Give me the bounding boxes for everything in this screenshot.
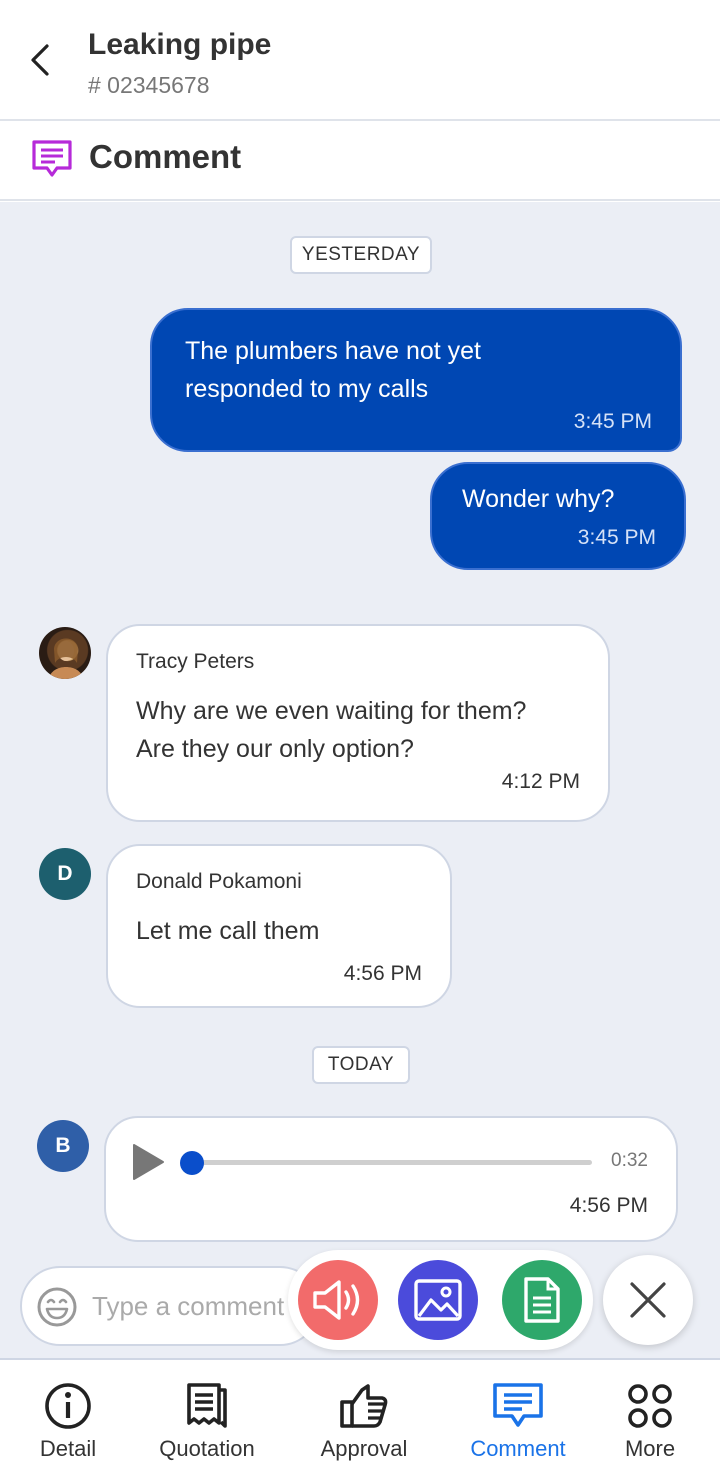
tab-approval[interactable]: Approval [304, 1360, 424, 1480]
grid-icon [628, 1384, 672, 1428]
date-divider-today: TODAY [312, 1046, 410, 1084]
avatar[interactable]: B [37, 1120, 89, 1172]
document-icon [524, 1277, 560, 1323]
close-icon [630, 1282, 666, 1318]
message-time: 3:45 PM [573, 410, 652, 433]
back-button[interactable] [22, 40, 58, 80]
voice-message[interactable]: 0:32 4:56 PM [104, 1116, 678, 1242]
comment-icon [32, 140, 72, 177]
audio-attach-button[interactable] [298, 1260, 378, 1340]
message-text-line: Why are we even waiting for them? [136, 697, 527, 725]
tab-label: Approval [320, 1436, 408, 1461]
image-attach-button[interactable] [398, 1260, 478, 1340]
ticket-number: # 02345678 [88, 72, 210, 98]
message-text-line: responded to my calls [185, 375, 429, 403]
message-text-line: Are they our only option? [136, 735, 414, 763]
tab-label: Detail [39, 1436, 97, 1461]
message-time: 3:45 PM [577, 526, 656, 549]
incoming-message[interactable]: Donald Pokamoni Let me call them 4:56 PM [106, 844, 452, 1008]
date-divider-yesterday: YESTERDAY [290, 236, 432, 274]
message-text-line: The plumbers have not yet [185, 337, 481, 365]
audio-progress-track[interactable] [192, 1160, 592, 1165]
chat-thread[interactable]: YESTERDAY The plumbers have not yet resp… [0, 202, 720, 1358]
receipt-icon [187, 1383, 227, 1428]
message-time: 4:56 PM [569, 1194, 648, 1217]
tab-comment[interactable]: Comment [458, 1360, 578, 1480]
message-time: 4:56 PM [343, 962, 422, 985]
thumbs-up-icon [340, 1384, 388, 1428]
outgoing-message[interactable]: The plumbers have not yet responded to m… [150, 308, 682, 452]
sender-name: Tracy Peters [136, 650, 255, 673]
sender-name: Donald Pokamoni [136, 870, 302, 893]
tab-label: Quotation [159, 1436, 255, 1461]
audio-duration: 0:32 [611, 1150, 648, 1171]
audio-progress-handle[interactable] [180, 1151, 204, 1175]
info-icon [45, 1383, 91, 1429]
section-title: Comment [89, 138, 242, 175]
tab-label: Comment [470, 1436, 566, 1461]
user-photo-icon [49, 638, 83, 679]
bottom-navigation: Detail Quotation Approval Comment More [0, 1358, 720, 1480]
image-icon [414, 1279, 462, 1321]
comment-input[interactable]: Type a comment [20, 1266, 320, 1346]
tab-quotation[interactable]: Quotation [147, 1360, 267, 1480]
section-bar: Comment [0, 121, 720, 201]
comment-icon [493, 1383, 543, 1427]
attachment-menu [288, 1250, 593, 1350]
message-time: 4:12 PM [501, 770, 580, 793]
avatar[interactable] [39, 627, 91, 679]
incoming-message[interactable]: Tracy Peters Why are we even waiting for… [106, 624, 610, 822]
tab-detail[interactable]: Detail [18, 1360, 118, 1480]
emoji-icon[interactable] [36, 1286, 78, 1328]
tab-label: More [624, 1436, 676, 1461]
avatar[interactable]: D [39, 848, 91, 900]
app-header: Leaking pipe # 02345678 [0, 0, 720, 121]
message-text: Let me call them [136, 917, 320, 945]
document-attach-button[interactable] [502, 1260, 582, 1340]
speaker-icon [313, 1280, 360, 1320]
chevron-left-icon [31, 44, 49, 76]
close-attachment-menu-button[interactable] [603, 1255, 693, 1345]
tab-more[interactable]: More [600, 1360, 700, 1480]
outgoing-message[interactable]: Wonder why? 3:45 PM [430, 462, 686, 570]
page-title: Leaking pipe [88, 28, 272, 61]
comment-input-placeholder: Type a comment [92, 1291, 285, 1321]
message-text: Wonder why? [462, 485, 615, 513]
play-icon[interactable] [130, 1142, 166, 1182]
